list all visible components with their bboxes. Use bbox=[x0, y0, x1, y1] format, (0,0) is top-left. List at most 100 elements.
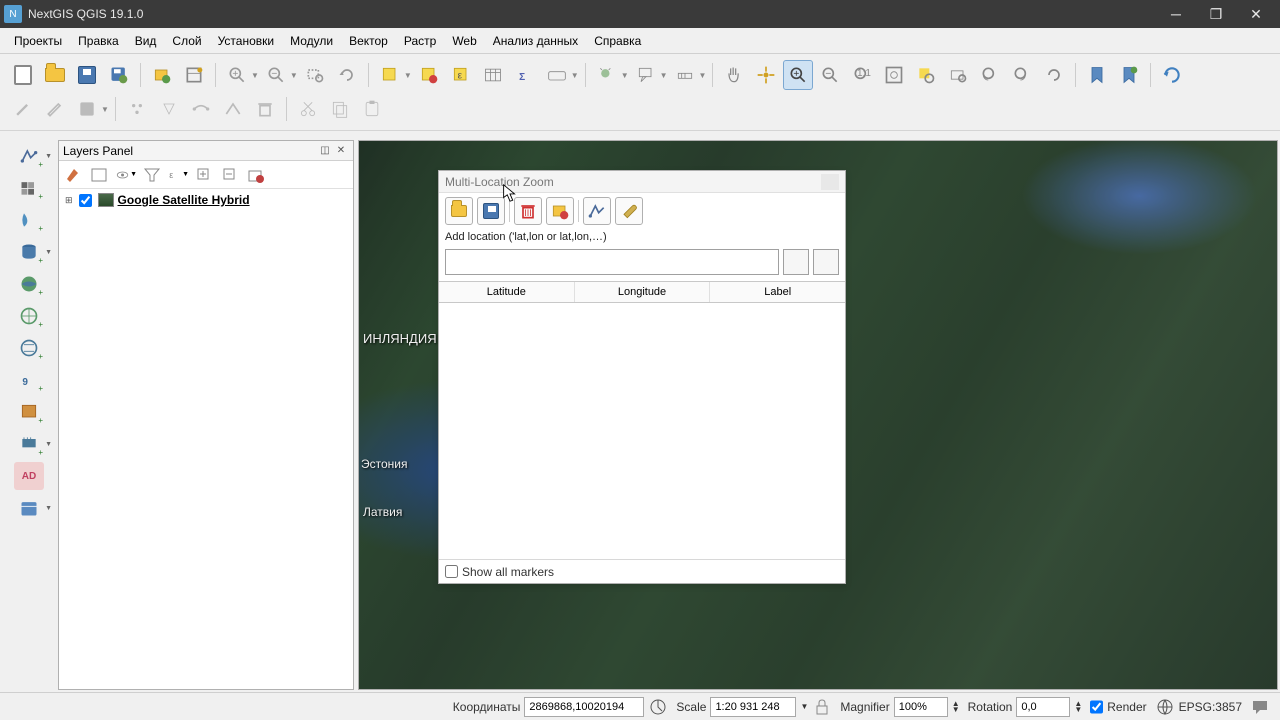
reload-button[interactable] bbox=[1157, 60, 1187, 90]
layer-visibility-button[interactable]: ▼ bbox=[115, 164, 137, 186]
open-project-button[interactable] bbox=[40, 60, 70, 90]
menu-web[interactable]: Web bbox=[444, 30, 484, 52]
zoom-last-button[interactable] bbox=[332, 60, 362, 90]
add-vector-layer-button[interactable]: +▼ bbox=[14, 142, 44, 170]
pan-to-selection-button[interactable] bbox=[751, 60, 781, 90]
ad-button[interactable]: AD bbox=[14, 462, 44, 490]
scale-dropdown-icon[interactable]: ▼ bbox=[800, 702, 808, 711]
layer-filter-button[interactable] bbox=[141, 164, 163, 186]
maximize-button[interactable]: ❐ bbox=[1196, 0, 1236, 28]
edit-toggle-button[interactable] bbox=[8, 94, 38, 124]
mlz-open-button[interactable] bbox=[445, 197, 473, 225]
menu-plugins[interactable]: Модули bbox=[282, 30, 341, 52]
close-button[interactable]: ✕ bbox=[1236, 0, 1276, 28]
zoom-selection-button[interactable] bbox=[300, 60, 330, 90]
mlz-save-button[interactable] bbox=[477, 197, 505, 225]
menu-analysis[interactable]: Анализ данных bbox=[485, 30, 586, 52]
panel-undock-button[interactable]: ◫ bbox=[317, 143, 333, 159]
coords-lock-button[interactable] bbox=[648, 697, 668, 717]
menu-layer[interactable]: Слой bbox=[164, 30, 209, 52]
layer-style-button[interactable] bbox=[63, 164, 85, 186]
crs-icon[interactable] bbox=[1155, 697, 1175, 717]
layer-add-group-button[interactable] bbox=[89, 164, 111, 186]
layer-remove-button[interactable] bbox=[245, 164, 267, 186]
add-spatialite-button[interactable]: + bbox=[14, 206, 44, 234]
layer-collapse-button[interactable] bbox=[219, 164, 241, 186]
mlz-close-button[interactable] bbox=[821, 174, 839, 190]
scale-input[interactable] bbox=[710, 697, 796, 717]
save-project-button[interactable] bbox=[72, 60, 102, 90]
mlz-settings-button[interactable] bbox=[615, 197, 643, 225]
print-composer-button[interactable] bbox=[179, 60, 209, 90]
multi-location-zoom-dialog[interactable]: Multi-Location Zoom Add location ('lat,l… bbox=[438, 170, 846, 584]
add-postgis-button[interactable]: +▼ bbox=[14, 238, 44, 266]
menu-help[interactable]: Справка bbox=[586, 30, 649, 52]
zoom-native-button[interactable]: 1:1 bbox=[847, 60, 877, 90]
node-tool-button[interactable] bbox=[186, 94, 216, 124]
new-layer-button[interactable] bbox=[147, 60, 177, 90]
magnifier-spin-icon[interactable]: ▲▼ bbox=[952, 701, 960, 713]
mlz-layer-button[interactable] bbox=[583, 197, 611, 225]
zoom-next-ext-button[interactable] bbox=[1007, 60, 1037, 90]
delete-button[interactable] bbox=[250, 94, 280, 124]
move-feature-button[interactable] bbox=[154, 94, 184, 124]
scale-lock-button[interactable] bbox=[812, 697, 832, 717]
mlz-input-btn2[interactable] bbox=[813, 249, 839, 275]
paste-button[interactable] bbox=[357, 94, 387, 124]
rotation-input[interactable] bbox=[1016, 697, 1070, 717]
panel-close-button[interactable]: ✕ bbox=[333, 143, 349, 159]
rotation-spin-icon[interactable]: ▲▼ bbox=[1074, 701, 1082, 713]
calendar-button[interactable]: ▼ bbox=[14, 494, 44, 522]
mlz-delete-button[interactable] bbox=[514, 197, 542, 225]
zoom-to-layer-button[interactable] bbox=[943, 60, 973, 90]
zoom-last-ext-button[interactable] bbox=[975, 60, 1005, 90]
save-as-button[interactable] bbox=[104, 60, 134, 90]
add-virtual-button[interactable]: + bbox=[14, 398, 44, 426]
zoom-full-button[interactable] bbox=[879, 60, 909, 90]
pan-button[interactable] bbox=[719, 60, 749, 90]
add-feature-button[interactable] bbox=[122, 94, 152, 124]
add-wms-button[interactable]: + bbox=[14, 270, 44, 298]
render-checkbox[interactable] bbox=[1090, 697, 1103, 717]
copy-button[interactable] bbox=[325, 94, 355, 124]
select-by-expression-button[interactable]: ε bbox=[446, 60, 476, 90]
menu-edit[interactable]: Правка bbox=[70, 30, 127, 52]
messages-button[interactable] bbox=[1250, 697, 1270, 717]
annotate-button[interactable] bbox=[631, 60, 661, 90]
deselect-button[interactable] bbox=[414, 60, 444, 90]
cut-button[interactable] bbox=[293, 94, 323, 124]
pencil-button[interactable] bbox=[40, 94, 70, 124]
coords-input[interactable] bbox=[524, 697, 644, 717]
layer-expression-button[interactable]: ε▼ bbox=[167, 164, 189, 186]
col-label[interactable]: Label bbox=[710, 282, 845, 302]
crs-label[interactable]: EPSG:3857 bbox=[1179, 700, 1242, 714]
identify-button[interactable] bbox=[592, 60, 622, 90]
keyboard-button[interactable] bbox=[542, 60, 572, 90]
menu-settings[interactable]: Установки bbox=[210, 30, 282, 52]
select-features-button[interactable] bbox=[375, 60, 405, 90]
new-project-button[interactable] bbox=[8, 60, 38, 90]
minimize-button[interactable]: ─ bbox=[1156, 0, 1196, 28]
mlz-table-body[interactable] bbox=[439, 303, 845, 559]
refresh-button[interactable] bbox=[1039, 60, 1069, 90]
open-attribute-button[interactable] bbox=[478, 60, 508, 90]
menu-view[interactable]: Вид bbox=[127, 30, 165, 52]
magnifier-input[interactable] bbox=[894, 697, 948, 717]
zoom-out-tool-button[interactable] bbox=[815, 60, 845, 90]
add-wcs-button[interactable]: + bbox=[14, 302, 44, 330]
zoom-in-button[interactable] bbox=[222, 60, 252, 90]
layer-item[interactable]: ⊞ Google Satellite Hybrid bbox=[65, 193, 347, 207]
mlz-location-input[interactable] bbox=[445, 249, 779, 275]
col-lat[interactable]: Latitude bbox=[439, 282, 575, 302]
mlz-clear-button[interactable] bbox=[546, 197, 574, 225]
zoom-out-button[interactable] bbox=[261, 60, 291, 90]
new-bookmark-button[interactable] bbox=[1114, 60, 1144, 90]
layer-checkbox[interactable] bbox=[79, 194, 92, 207]
col-lon[interactable]: Longitude bbox=[575, 282, 711, 302]
mlz-show-all-checkbox[interactable] bbox=[445, 565, 458, 578]
layer-expand-button[interactable] bbox=[193, 164, 215, 186]
expander-icon[interactable]: ⊞ bbox=[65, 195, 73, 206]
add-wfs-button[interactable]: + bbox=[14, 334, 44, 362]
bookmark-button[interactable] bbox=[1082, 60, 1112, 90]
zoom-in-tool-button[interactable] bbox=[783, 60, 813, 90]
